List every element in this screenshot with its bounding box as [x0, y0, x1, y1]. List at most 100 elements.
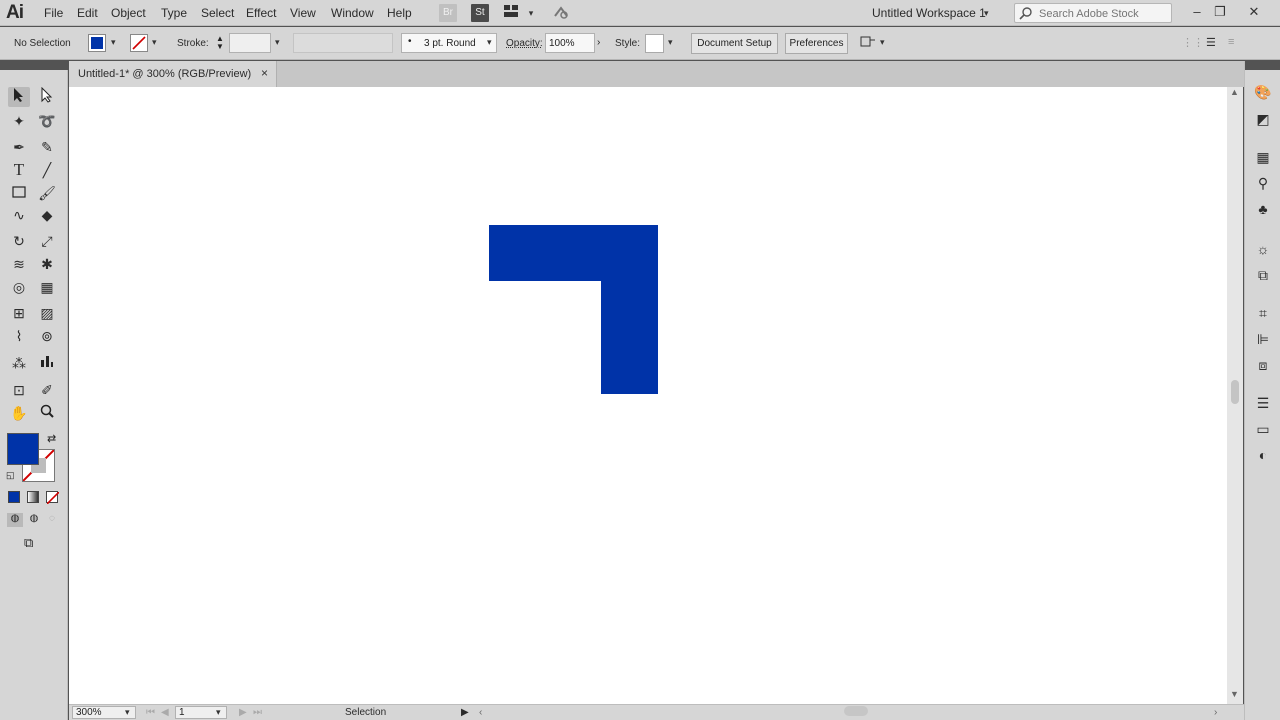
graphic-styles-icon[interactable]: ⧉	[1253, 265, 1273, 285]
menu-help[interactable]: Help	[387, 6, 412, 20]
chevron-right-icon[interactable]: ›	[597, 37, 600, 48]
appearance-icon[interactable]: ☼	[1253, 239, 1273, 259]
graphic-style-swatch[interactable]	[645, 34, 664, 53]
selection-tool-icon[interactable]	[8, 87, 30, 107]
hand-tool-icon[interactable]: ✋	[8, 403, 30, 423]
artboard-tool-icon[interactable]: ⊡	[8, 380, 30, 400]
none-mode-button[interactable]	[46, 491, 59, 504]
draw-inside-icon[interactable]: ◌	[45, 513, 59, 527]
brush-definition[interactable]: • 3 pt. Round	[401, 33, 497, 53]
zoom-field[interactable]: 300% ▾	[72, 706, 136, 719]
blend-tool-icon[interactable]: ⊚	[36, 326, 58, 346]
stroke-swatch[interactable]	[130, 34, 148, 52]
menu-type[interactable]: Type	[161, 6, 187, 20]
minimize-button[interactable]: –	[1186, 3, 1208, 21]
direct-selection-tool-icon[interactable]	[36, 86, 58, 107]
chevron-down-icon[interactable]: ▾	[275, 37, 280, 48]
chevron-down-icon[interactable]: ▾	[111, 37, 116, 48]
chevron-down-icon[interactable]: ▾	[487, 37, 492, 48]
restore-button[interactable]: ❐	[1209, 3, 1231, 21]
menu-select[interactable]: Select	[201, 6, 234, 20]
transform-icon[interactable]: ⌗	[1253, 303, 1273, 323]
color-panel-icon[interactable]: 🎨	[1253, 82, 1273, 102]
symbol-sprayer-tool-icon[interactable]: ⁂	[8, 353, 30, 373]
draw-normal-icon[interactable]: ◍	[7, 513, 23, 527]
align-selection-icon[interactable]	[860, 35, 876, 52]
magic-wand-tool-icon[interactable]: ✦	[8, 111, 30, 131]
search-input[interactable]	[1037, 6, 1171, 22]
rotate-tool-icon[interactable]: ↻	[8, 231, 30, 251]
panel-menu-icon[interactable]: ≡	[1228, 36, 1234, 48]
document-setup-button[interactable]: Document Setup	[691, 33, 778, 54]
pathfinder-icon[interactable]: ⧈	[1253, 355, 1273, 375]
opacity-field[interactable]: 100%	[545, 33, 595, 53]
panel-options-icon[interactable]: ☰	[1206, 36, 1216, 49]
chevron-down-icon[interactable]: ▾	[152, 37, 157, 48]
previous-artboard-icon[interactable]: ◀	[161, 707, 169, 718]
color-guide-icon[interactable]: ◩	[1253, 109, 1273, 129]
default-fill-stroke-icon[interactable]: ◱	[6, 470, 15, 481]
zoom-tool-icon[interactable]	[36, 403, 58, 423]
last-artboard-icon[interactable]: ⏭	[253, 707, 262, 718]
rectangle-tool-icon[interactable]	[8, 183, 30, 203]
shape-builder-tool-icon[interactable]: ◎	[8, 277, 30, 297]
draw-behind-icon[interactable]: ◍	[27, 513, 41, 527]
scroll-right-icon[interactable]: ›	[1214, 707, 1217, 718]
slice-tool-icon[interactable]: ✐	[36, 380, 58, 400]
stock-search-field[interactable]	[1014, 3, 1172, 23]
menu-window[interactable]: Window	[331, 6, 374, 20]
close-tab-icon[interactable]: ×	[261, 66, 268, 80]
scale-tool-icon[interactable]: ⤢	[36, 231, 58, 251]
chevron-down-icon[interactable]: ▾	[522, 4, 540, 22]
width-tool-icon[interactable]: ≋	[8, 254, 30, 274]
gradient-mode-button[interactable]	[27, 491, 39, 503]
paintbrush-tool-icon[interactable]: 🖌	[36, 183, 58, 203]
column-graph-tool-icon[interactable]	[36, 353, 58, 373]
scroll-left-icon[interactable]: ‹	[479, 707, 482, 718]
chevron-down-icon[interactable]: ▾	[125, 707, 130, 718]
stock-icon[interactable]: St	[471, 4, 489, 22]
scroll-up-icon[interactable]: ▲	[1230, 87, 1239, 97]
brushes-icon[interactable]: ⚲	[1253, 173, 1273, 193]
chevron-down-icon[interactable]: ▾	[880, 37, 885, 48]
color-mode-button[interactable]	[8, 491, 20, 503]
line-segment-tool-icon[interactable]: ╱	[36, 160, 58, 180]
menu-effect[interactable]: Effect	[246, 6, 276, 20]
change-screen-mode-icon[interactable]: ⧉	[24, 535, 33, 551]
chevron-down-icon[interactable]: ▾	[668, 37, 673, 48]
type-tool-icon[interactable]: T	[8, 160, 30, 180]
artboard-canvas[interactable]	[69, 87, 1227, 704]
horizontal-scroll-thumb[interactable]	[844, 706, 868, 716]
gpu-performance-icon[interactable]	[552, 4, 570, 22]
stroke-weight-stepper[interactable]: ▲ ▼	[213, 35, 227, 53]
swatches-icon[interactable]: ▦	[1253, 147, 1273, 167]
first-artboard-icon[interactable]: ⏮	[146, 707, 155, 718]
preferences-button[interactable]: Preferences	[785, 33, 848, 54]
swap-fill-stroke-icon[interactable]: ⇄	[47, 432, 56, 445]
opacity-label[interactable]: Opacity:	[506, 38, 543, 49]
scroll-down-icon[interactable]: ▼	[1230, 689, 1239, 699]
transparency-icon[interactable]: ◐	[1253, 445, 1273, 465]
gradient-panel-icon[interactable]: ▭	[1253, 419, 1273, 439]
next-artboard-icon[interactable]: ▶	[239, 707, 247, 718]
close-button[interactable]: ✕	[1243, 3, 1265, 21]
gradient-tool-icon[interactable]: ▨	[36, 303, 58, 323]
pen-tool-icon[interactable]: ✒	[8, 137, 30, 157]
eyedropper-tool-icon[interactable]: ⌇	[8, 326, 30, 346]
align-icon[interactable]: ⊫	[1253, 329, 1273, 349]
chevron-down-icon[interactable]: ▾	[984, 8, 989, 19]
menu-edit[interactable]: Edit	[77, 6, 98, 20]
bridge-icon[interactable]: Br	[439, 4, 457, 22]
artboard-field[interactable]: 1 ▾	[175, 706, 227, 719]
menu-object[interactable]: Object	[111, 6, 146, 20]
variable-width-profile[interactable]	[293, 33, 393, 53]
puppet-warp-tool-icon[interactable]: ✱	[36, 254, 58, 274]
vertical-scroll-thumb[interactable]	[1231, 380, 1239, 404]
menu-file[interactable]: File	[44, 6, 63, 20]
stroke-panel-icon[interactable]: ☰	[1253, 393, 1273, 413]
shaper-tool-icon[interactable]: ∿	[8, 205, 30, 225]
lasso-tool-icon[interactable]: ➰	[36, 111, 58, 131]
perspective-grid-tool-icon[interactable]: ▦	[36, 277, 58, 297]
arrange-documents-icon[interactable]	[502, 4, 520, 22]
chevron-down-icon[interactable]: ▾	[216, 707, 221, 718]
